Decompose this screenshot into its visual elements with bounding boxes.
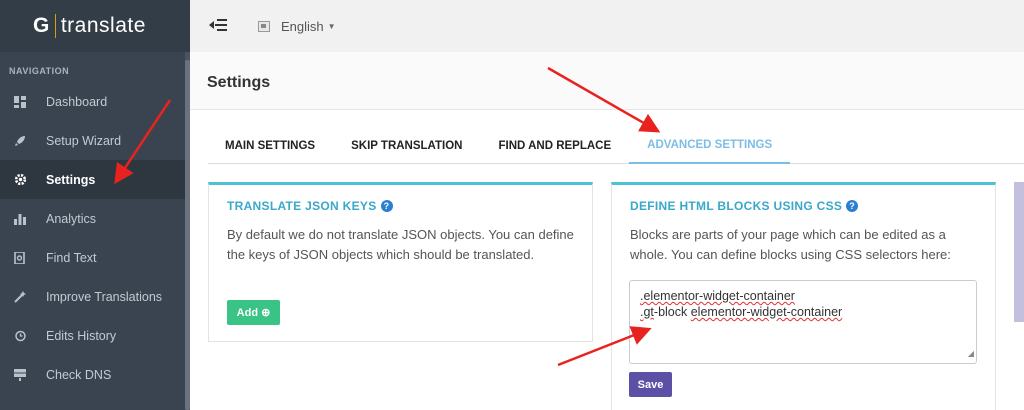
- sidebar-item-dashboard[interactable]: Dashboard: [0, 82, 190, 121]
- panel-title: DEFINE HTML BLOCKS USING CSS ?: [612, 185, 995, 213]
- sidebar: G translate NAVIGATION Dashboard Setup W…: [0, 0, 190, 410]
- css-selector-text: elementor-widget-container: [690, 305, 843, 319]
- help-icon[interactable]: ?: [380, 200, 393, 212]
- language-label: English: [281, 18, 324, 34]
- server-icon: [13, 368, 27, 382]
- bar-chart-icon: [13, 212, 27, 226]
- collapse-menu-icon[interactable]: [208, 16, 228, 37]
- sidebar-item-label: Find Text: [46, 250, 97, 265]
- translate-json-keys-panel: TRANSLATE JSON KEYS ? By default we do n…: [208, 182, 593, 342]
- sidebar-scroll-thumb[interactable]: [185, 60, 190, 410]
- css-selectors-textarea[interactable]: .elementor-widget-container .gt-block el…: [629, 280, 977, 364]
- sidebar-item-analytics[interactable]: Analytics: [0, 199, 190, 238]
- sidebar-item-check-dns[interactable]: Check DNS: [0, 355, 190, 394]
- sidebar-item-label: Analytics: [46, 211, 97, 226]
- sidebar-item-label: Setup Wizard: [46, 133, 122, 148]
- css-line-2: .gt-block elementor-widget-container: [640, 304, 966, 320]
- json-panel-title: TRANSLATE JSON KEYS: [227, 199, 377, 213]
- css-panel-description: Blocks are parts of your page which can …: [630, 227, 951, 262]
- logo-letter: G: [33, 14, 50, 37]
- sidebar-item-settings[interactable]: Settings: [0, 160, 190, 199]
- gtranslate-logo[interactable]: G translate: [0, 0, 190, 52]
- sidebar-item-find-text[interactable]: Find Text: [0, 238, 190, 277]
- search-doc-icon: [13, 251, 27, 265]
- panel-title: TRANSLATE JSON KEYS ?: [209, 185, 592, 213]
- sidebar-item-label: Settings: [46, 172, 96, 187]
- css-selector-text: .gt: [640, 305, 654, 319]
- sidebar-item-edits-history[interactable]: Edits History: [0, 316, 190, 355]
- tab-find-and-replace[interactable]: FIND AND REPLACE: [480, 128, 629, 164]
- help-icon[interactable]: ?: [846, 200, 859, 212]
- sidebar-item-label: Check DNS: [46, 367, 112, 382]
- logo-divider: [54, 14, 56, 38]
- rocket-icon: [13, 134, 27, 148]
- sidebar-item-setup-wizard[interactable]: Setup Wizard: [0, 121, 190, 160]
- tab-advanced-settings[interactable]: ADVANCED SETTINGS: [629, 128, 791, 164]
- sidebar-item-improve-translations[interactable]: Improve Translations: [0, 277, 190, 316]
- language-selector[interactable]: English ▼: [258, 19, 336, 34]
- json-panel-description: By default we do not translate JSON obje…: [227, 227, 574, 262]
- settings-tabs: MAIN SETTINGS SKIP TRANSLATION FIND AND …: [208, 128, 1024, 164]
- caret-down-icon: ▼: [327, 21, 336, 31]
- css-selector-text: .elementor-widget-container: [640, 289, 795, 303]
- resize-handle-icon[interactable]: ◢: [968, 346, 974, 362]
- css-line-1: .elementor-widget-container: [640, 288, 966, 304]
- gear-icon: [13, 173, 27, 187]
- add-json-key-button[interactable]: Add ⊕: [227, 300, 280, 325]
- sidebar-item-label: Improve Translations: [46, 289, 163, 304]
- define-html-blocks-panel: DEFINE HTML BLOCKS USING CSS ? Blocks ar…: [611, 182, 996, 410]
- page-title: Settings: [190, 52, 1024, 110]
- wand-icon: [13, 290, 27, 304]
- css-selector-text: -block: [653, 305, 691, 319]
- sidebar-item-label: Dashboard: [46, 94, 108, 109]
- save-button[interactable]: Save: [629, 372, 672, 397]
- topbar: English ▼: [190, 0, 1024, 52]
- css-panel-title: DEFINE HTML BLOCKS USING CSS: [630, 199, 843, 213]
- sidebar-item-label: Edits History: [46, 328, 117, 343]
- history-icon: [13, 329, 27, 343]
- tab-skip-translation[interactable]: SKIP TRANSLATION: [333, 128, 480, 164]
- next-panel-edge: [1014, 182, 1024, 322]
- dashboard-icon: [13, 95, 27, 109]
- tab-main-settings[interactable]: MAIN SETTINGS: [208, 128, 333, 164]
- logo-name: translate: [60, 14, 146, 37]
- flag-icon: [258, 20, 270, 32]
- nav-heading: NAVIGATION: [9, 66, 70, 76]
